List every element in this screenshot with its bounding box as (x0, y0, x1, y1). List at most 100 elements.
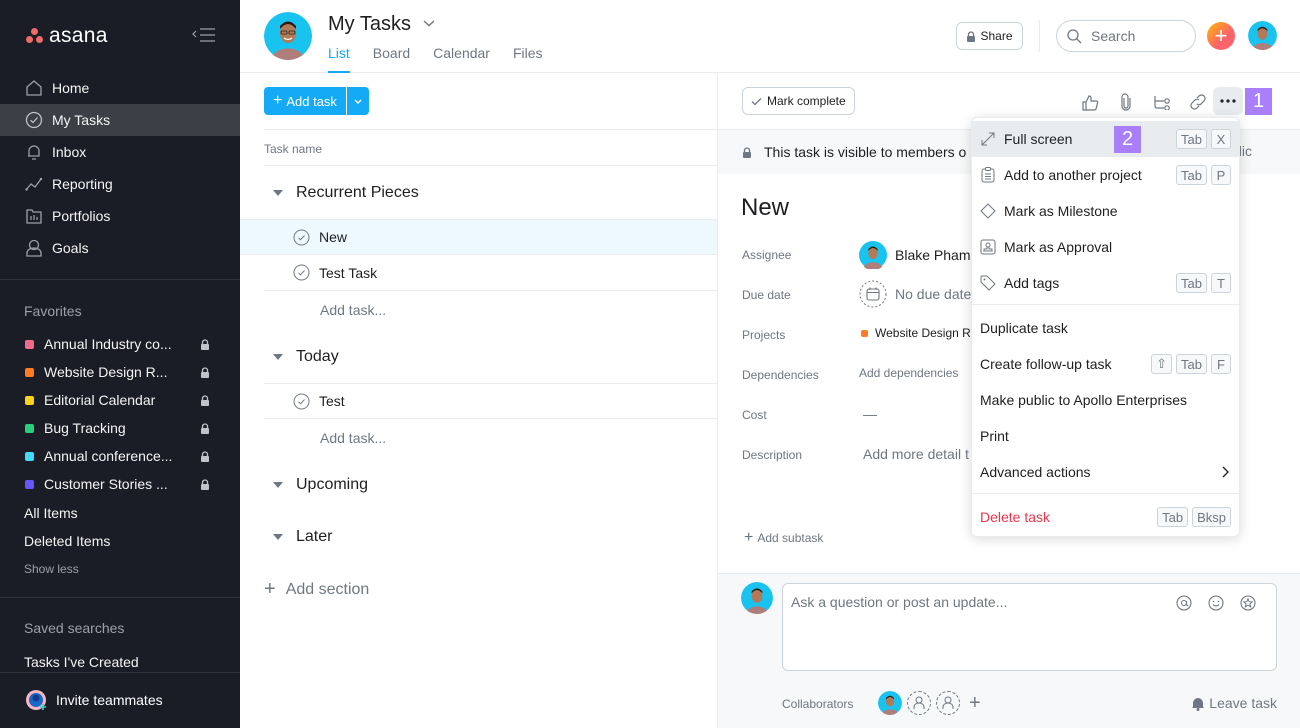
menu-item-mark-milestone[interactable]: Mark as Milestone (972, 193, 1239, 229)
tab-calendar[interactable]: Calendar (433, 45, 490, 73)
add-section-button[interactable]: + Add section (264, 578, 369, 601)
search-input[interactable] (1091, 28, 1181, 44)
saved-search-item[interactable]: Tasks I've Created (24, 654, 139, 670)
menu-item-mark-approval[interactable]: Mark as Approval (972, 229, 1239, 265)
due-date-value: No due date (895, 286, 972, 302)
show-less-link[interactable]: Show less (24, 562, 79, 576)
favorite-item[interactable]: Annual Industry co... (0, 330, 240, 358)
mention-button[interactable] (1168, 595, 1200, 611)
leave-task-button[interactable]: Leave task (1191, 695, 1277, 711)
menu-item-make-public[interactable]: Make public to Apollo Enterprises (972, 382, 1239, 418)
section-name: Later (296, 528, 333, 545)
profile-avatar[interactable] (1248, 21, 1277, 50)
menu-item-add-tags[interactable]: Add tags Tab T (972, 265, 1239, 301)
menu-item-duplicate[interactable]: Duplicate task (972, 310, 1239, 346)
sidebar-item-label: My Tasks (52, 112, 111, 128)
appreciation-button[interactable] (1232, 595, 1264, 611)
menu-item-advanced-actions[interactable]: Advanced actions (972, 454, 1239, 490)
asana-logo[interactable]: asana (26, 24, 108, 48)
menu-item-print[interactable]: Print (972, 418, 1239, 454)
invite-teammates-button[interactable]: Invite teammates (24, 688, 163, 712)
add-task-inline[interactable]: Add task... (320, 302, 386, 318)
sidebar-item-goals[interactable]: Goals (0, 232, 240, 264)
menu-item-full-screen[interactable]: Full screen 2 Tab X (972, 121, 1239, 157)
tab-list[interactable]: List (328, 45, 350, 73)
section-header[interactable]: Upcoming (264, 476, 368, 494)
menu-item-follow-up[interactable]: Create follow-up task ⇧ Tab F (972, 346, 1239, 382)
deleted-items-link[interactable]: Deleted Items (24, 533, 110, 549)
complete-checkbox-icon[interactable] (293, 393, 310, 410)
assignee-field[interactable]: Blake Pham (859, 241, 970, 269)
project-color-dot (25, 367, 34, 377)
sidebar-item-home[interactable]: Home (0, 72, 240, 104)
add-dependencies-link[interactable]: Add dependencies (859, 366, 958, 380)
collapse-triangle-icon[interactable] (273, 482, 283, 488)
task-title[interactable]: New (741, 194, 789, 222)
section-header[interactable]: Later (264, 528, 332, 546)
lock-icon (201, 479, 209, 490)
add-task-dropdown[interactable] (346, 87, 369, 115)
collapse-triangle-icon[interactable] (273, 190, 283, 196)
mark-complete-label: Mark complete (767, 94, 846, 108)
cost-field[interactable]: — (863, 406, 877, 422)
shortcut-key: X (1211, 129, 1231, 149)
task-row[interactable]: Test (264, 383, 717, 419)
favorite-item[interactable]: Editorial Calendar (0, 386, 240, 414)
lock-icon (201, 451, 209, 462)
dependencies-label: Dependencies (742, 368, 819, 382)
project-color-dot (25, 451, 34, 461)
favorite-item[interactable]: Bug Tracking (0, 414, 240, 442)
tab-board[interactable]: Board (373, 45, 410, 73)
subtask-button[interactable] (1144, 90, 1180, 114)
sidebar-item-my-tasks[interactable]: My Tasks (0, 104, 240, 136)
comment-input[interactable] (791, 594, 1171, 634)
favorite-item[interactable]: Customer Stories ... (0, 470, 240, 498)
project-pill[interactable]: Website Design R (861, 326, 971, 340)
tab-files[interactable]: Files (513, 45, 543, 73)
collapse-triangle-icon[interactable] (273, 534, 283, 540)
add-task-button[interactable]: + Add task (264, 87, 346, 115)
section-header[interactable]: Today (264, 348, 339, 366)
add-collaborator-button[interactable]: + (969, 692, 981, 715)
due-date-field[interactable]: No due date (859, 280, 971, 308)
complete-checkbox-icon[interactable] (293, 229, 310, 246)
add-task-inline[interactable]: Add task... (320, 430, 386, 446)
more-actions-button[interactable] (1213, 87, 1243, 115)
description-field[interactable]: Add more detail t (863, 446, 969, 462)
search-icon (1067, 28, 1082, 43)
copy-link-button[interactable] (1180, 90, 1216, 114)
collapse-sidebar-button[interactable] (191, 27, 217, 43)
empty-collaborator-slot[interactable] (907, 691, 931, 715)
menu-item-delete-task[interactable]: Delete task Tab Bksp (972, 499, 1239, 535)
sidebar-item-portfolios[interactable]: Portfolios (0, 200, 240, 232)
emoji-button[interactable] (1200, 595, 1232, 611)
favorite-item[interactable]: Annual conference... (0, 442, 240, 470)
line-chart-icon (25, 177, 43, 191)
empty-collaborator-slot[interactable] (936, 691, 960, 715)
sidebar-item-inbox[interactable]: Inbox (0, 136, 240, 168)
column-header-task-name[interactable]: Task name (264, 129, 717, 166)
quick-add-button[interactable]: + (1207, 22, 1235, 50)
menu-item-add-to-project[interactable]: Add to another project Tab P (972, 157, 1239, 193)
user-avatar[interactable] (264, 12, 312, 60)
chevron-down-icon[interactable] (422, 18, 436, 28)
task-row[interactable]: New (240, 219, 717, 255)
shortcut-key: Tab (1176, 129, 1207, 149)
favorite-item[interactable]: Website Design R... (0, 358, 240, 386)
collapse-triangle-icon[interactable] (273, 354, 283, 360)
collaborator-avatar[interactable] (878, 691, 902, 715)
share-button[interactable]: Share (956, 22, 1023, 50)
like-button[interactable] (1072, 90, 1108, 114)
search-box[interactable] (1056, 20, 1196, 52)
sidebar-item-label: Goals (52, 240, 89, 256)
all-items-link[interactable]: All Items (24, 505, 78, 521)
complete-checkbox-icon[interactable] (293, 264, 310, 281)
section-header[interactable]: Recurrent Pieces (264, 184, 419, 202)
attach-button[interactable] (1108, 90, 1144, 114)
task-row[interactable]: Test Task (264, 255, 717, 291)
sidebar-item-label: Portfolios (52, 208, 111, 224)
add-subtask-button[interactable]: + Add subtask (744, 529, 823, 547)
section-name: Recurrent Pieces (296, 184, 419, 201)
mark-complete-button[interactable]: Mark complete (742, 87, 855, 115)
sidebar-item-reporting[interactable]: Reporting (0, 168, 240, 200)
